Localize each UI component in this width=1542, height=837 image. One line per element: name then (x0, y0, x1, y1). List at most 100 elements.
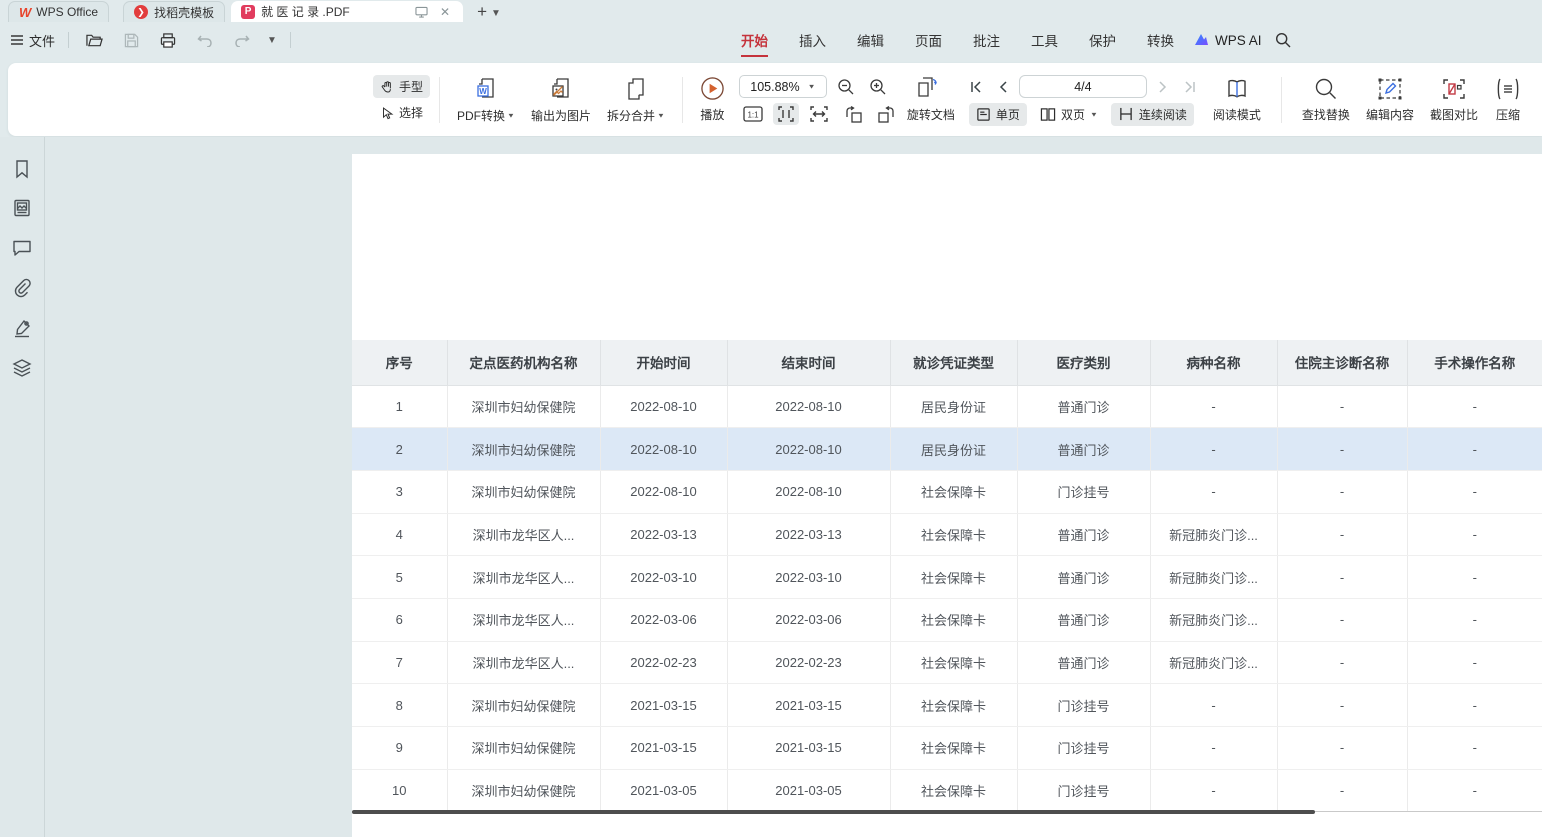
undo-icon[interactable] (193, 31, 217, 49)
menu-edit[interactable]: 编辑 (855, 22, 886, 58)
table-cell: 社会保障卡 (890, 513, 1017, 556)
table-cell: 新冠肺炎门诊... (1150, 556, 1277, 599)
bookmark-panel-icon[interactable] (12, 159, 32, 179)
export-image-label: 输出为图片 (531, 107, 591, 124)
table-cell: - (1277, 513, 1407, 556)
table-cell: 9 (352, 727, 447, 770)
hand-tool-button[interactable]: 手型 (373, 75, 430, 98)
present-mode-icon[interactable] (412, 6, 431, 18)
split-merge-button[interactable]: 拆分合并▼ (599, 74, 673, 126)
layers-panel-icon[interactable] (12, 358, 32, 378)
table-cell: 深圳市龙华区人... (447, 513, 600, 556)
table-cell: 普通门诊 (1017, 641, 1150, 684)
zoom-out-icon[interactable] (833, 76, 859, 98)
menu-annotate[interactable]: 批注 (971, 22, 1002, 58)
prev-page-icon[interactable] (993, 78, 1013, 96)
next-page-icon[interactable] (1153, 78, 1173, 96)
tab-wps-office[interactable]: W WPS Office (8, 1, 109, 22)
pdf-convert-label: PDF转换 (457, 107, 505, 124)
compress-icon (1494, 77, 1522, 101)
redo-icon[interactable] (230, 31, 254, 49)
close-tab-icon[interactable]: ✕ (437, 5, 453, 19)
screenshot-compare-button[interactable]: 截图对比 (1422, 75, 1486, 125)
edit-content-icon (1377, 77, 1403, 101)
continuous-read-button[interactable]: 连续阅读 (1111, 103, 1194, 126)
rotate-right-icon[interactable] (873, 103, 901, 125)
table-header-cell: 结束时间 (727, 340, 890, 385)
continuous-read-icon (1118, 107, 1134, 121)
first-page-icon[interactable] (965, 78, 987, 96)
file-menu-label: 文件 (29, 31, 55, 50)
file-menu-button[interactable]: 文件 (10, 31, 55, 50)
table-cell: - (1150, 684, 1277, 727)
table-cell: 居民身份证 (890, 428, 1017, 471)
signature-panel-icon[interactable] (12, 318, 32, 338)
last-page-icon[interactable] (1179, 78, 1201, 96)
save-icon[interactable] (120, 31, 143, 50)
pdf-page[interactable]: 序号定点医药机构名称开始时间结束时间就诊凭证类型医疗类别病种名称住院主诊断名称手… (352, 154, 1542, 837)
tab-list-chevron-icon[interactable]: ▼ (491, 8, 501, 19)
table-row: 3深圳市妇幼保健院2022-08-102022-08-10社会保障卡门诊挂号--… (352, 470, 1542, 513)
actual-size-icon[interactable]: 1:1 (739, 104, 767, 124)
double-page-label: 双页 (1061, 106, 1085, 123)
table-cell: 3 (352, 470, 447, 513)
read-mode-button[interactable]: 阅读模式 (1205, 75, 1269, 125)
menu-protect[interactable]: 保护 (1087, 22, 1118, 58)
search-icon[interactable] (1271, 30, 1295, 50)
fit-width-icon[interactable] (805, 104, 833, 124)
play-button[interactable]: 播放 (692, 74, 733, 125)
hand-tool-label: 手型 (399, 78, 423, 95)
table-cell: - (1407, 556, 1542, 599)
medical-records-table: 序号定点医药机构名称开始时间结束时间就诊凭证类型医疗类别病种名称住院主诊断名称手… (352, 340, 1542, 812)
screenshot-compare-icon (1441, 77, 1467, 101)
menu-page[interactable]: 页面 (913, 22, 944, 58)
table-cell: 2022-03-06 (600, 598, 727, 641)
fit-page-icon[interactable] (773, 103, 799, 125)
zoom-level-select[interactable]: 105.88%▼ (739, 75, 827, 98)
table-cell: 8 (352, 684, 447, 727)
menu-tools[interactable]: 工具 (1029, 22, 1060, 58)
table-cell: 2022-08-10 (600, 385, 727, 428)
menu-convert[interactable]: 转换 (1145, 22, 1176, 58)
single-page-icon (976, 107, 991, 122)
rotate-left-icon[interactable] (839, 103, 867, 125)
table-row: 4深圳市龙华区人...2022-03-132022-03-13社会保障卡普通门诊… (352, 513, 1542, 556)
table-header-cell: 医疗类别 (1017, 340, 1150, 385)
pdf-convert-button[interactable]: W PDF转换▼ (449, 74, 523, 126)
tab-document-pdf[interactable]: P 就 医 记 录 .PDF ✕ (231, 1, 463, 22)
thumbnail-panel-icon[interactable] (12, 198, 32, 218)
attachment-panel-icon[interactable] (12, 278, 32, 298)
single-page-button[interactable]: 单页 (969, 103, 1027, 126)
rotate-document-button[interactable]: 旋转文档 (907, 106, 955, 123)
find-replace-icon (1314, 77, 1338, 101)
table-cell: 2021-03-15 (727, 684, 890, 727)
table-cell: 2021-03-15 (600, 727, 727, 770)
compress-button[interactable]: 压缩 (1486, 75, 1530, 125)
replace-pages-icon[interactable] (911, 74, 943, 100)
tab-docer-templates[interactable]: ❯ 找稻壳模板 (123, 1, 225, 22)
select-tool-button[interactable]: 选择 (373, 101, 430, 124)
menu-insert[interactable]: 插入 (797, 22, 828, 58)
edit-content-label: 编辑内容 (1366, 106, 1414, 123)
double-page-button[interactable]: 双页▼ (1033, 103, 1105, 126)
print-icon[interactable] (156, 31, 180, 50)
comment-panel-icon[interactable] (12, 239, 32, 257)
menu-home[interactable]: 开始 (739, 22, 770, 58)
open-file-icon[interactable] (82, 31, 107, 50)
page-indicator-input[interactable]: 4/4 (1019, 75, 1147, 98)
edit-content-button[interactable]: 编辑内容 (1358, 75, 1422, 125)
table-cell: 2021-03-15 (600, 684, 727, 727)
table-cell: 社会保障卡 (890, 727, 1017, 770)
table-cell: 1 (352, 385, 447, 428)
wps-ai-button[interactable]: WPS AI (1193, 33, 1262, 48)
new-tab-button[interactable]: + (477, 3, 487, 20)
find-replace-button[interactable]: 查找替换 (1294, 75, 1358, 125)
horizontal-scrollbar-thumb[interactable] (352, 810, 1315, 814)
pdf-file-icon: P (241, 5, 255, 19)
document-workspace: 序号定点医药机构名称开始时间结束时间就诊凭证类型医疗类别病种名称住院主诊断名称手… (0, 137, 1542, 837)
export-image-button[interactable]: 输出为图片 (523, 74, 599, 126)
table-cell: - (1407, 428, 1542, 471)
quickbar-chevron-icon[interactable]: ▼ (267, 35, 277, 46)
zoom-in-icon[interactable] (865, 76, 891, 98)
table-header-cell: 住院主诊断名称 (1277, 340, 1407, 385)
